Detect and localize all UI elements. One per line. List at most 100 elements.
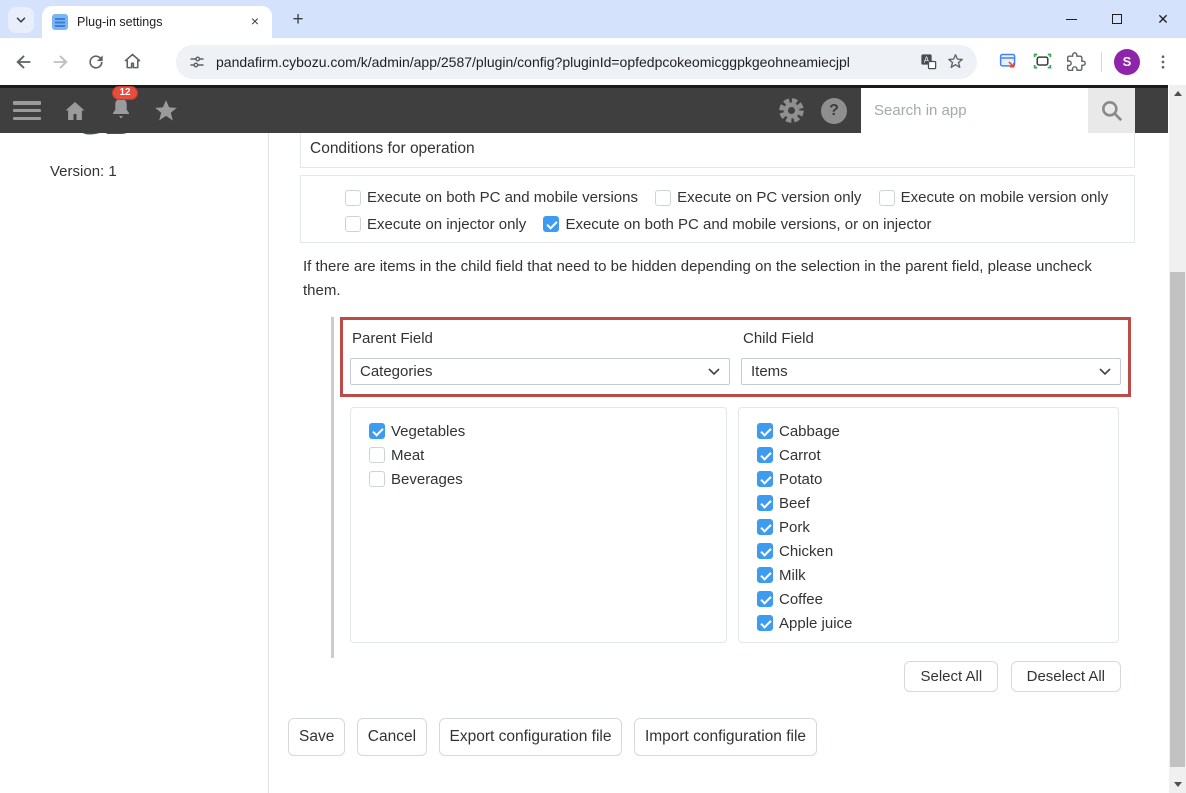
- minimize-button[interactable]: [1048, 0, 1094, 38]
- list-item[interactable]: Pork: [749, 515, 1108, 539]
- child-field-label: Child Field: [743, 330, 1121, 347]
- condition-option[interactable]: Execute on both PC and mobile versions: [345, 186, 638, 209]
- list-item[interactable]: Beef: [749, 491, 1108, 515]
- checkbox[interactable]: [369, 423, 385, 439]
- window-controls: ✕: [1048, 0, 1186, 38]
- item-label: Milk: [779, 567, 806, 584]
- checkbox[interactable]: [757, 615, 773, 631]
- list-item[interactable]: Chicken: [749, 539, 1108, 563]
- help-button[interactable]: ?: [821, 98, 847, 124]
- item-label: Carrot: [779, 447, 821, 464]
- scrollbar-thumb[interactable]: [1170, 272, 1185, 767]
- child-field-column: Child Field Items: [741, 329, 1121, 386]
- profile-avatar[interactable]: S: [1114, 49, 1140, 75]
- forward-arrow-icon: [49, 51, 71, 73]
- reload-button[interactable]: [84, 50, 108, 74]
- item-label: Beef: [779, 495, 810, 512]
- cancel-button[interactable]: Cancel: [357, 718, 427, 756]
- hamburger-menu-icon[interactable]: [13, 101, 41, 120]
- search-button[interactable]: [1088, 88, 1135, 133]
- tab-search-button[interactable]: [8, 7, 34, 33]
- import-config-button[interactable]: Import configuration file: [634, 718, 817, 756]
- new-tab-button[interactable]: +: [285, 7, 311, 33]
- deselect-all-button[interactable]: Deselect All: [1011, 661, 1121, 692]
- condition-option[interactable]: Execute on mobile version only: [879, 186, 1109, 209]
- checkbox[interactable]: [757, 447, 773, 463]
- bookmark-button[interactable]: [946, 52, 965, 71]
- list-item[interactable]: Apple juice: [749, 611, 1108, 635]
- checkbox[interactable]: [369, 447, 385, 463]
- settings-button[interactable]: [778, 97, 805, 124]
- checkbox[interactable]: [757, 543, 773, 559]
- fullpage-extension-button[interactable]: [1029, 49, 1055, 75]
- notifications-button[interactable]: 12: [109, 96, 133, 126]
- list-item[interactable]: Vegetables: [361, 419, 716, 443]
- gear-icon: [778, 97, 805, 124]
- select-all-button[interactable]: Select All: [904, 661, 998, 692]
- save-button[interactable]: Save: [288, 718, 345, 756]
- condition-option[interactable]: Execute on PC version only: [655, 186, 861, 209]
- home-button[interactable]: [120, 50, 144, 74]
- checkbox[interactable]: [345, 216, 361, 232]
- instruction-text: If there are items in the child field th…: [303, 255, 1095, 303]
- browser-menu-button[interactable]: [1150, 49, 1176, 75]
- search-input[interactable]: [861, 88, 1088, 133]
- checkbox[interactable]: [345, 190, 361, 206]
- list-item[interactable]: Meat: [361, 443, 716, 467]
- capture-extension-button[interactable]: [995, 49, 1021, 75]
- condition-label: Execute on PC version only: [677, 186, 861, 209]
- condition-option[interactable]: Execute on both PC and mobile versions, …: [543, 213, 931, 236]
- maximize-icon: [1112, 14, 1122, 24]
- home-icon: [122, 51, 143, 72]
- forward-button[interactable]: [48, 50, 72, 74]
- list-item[interactable]: Beverages: [361, 467, 716, 491]
- translate-button[interactable]: A: [919, 52, 938, 71]
- maximize-button[interactable]: [1094, 0, 1140, 38]
- export-config-button[interactable]: Export configuration file: [439, 718, 623, 756]
- checkbox[interactable]: [879, 190, 895, 206]
- list-item[interactable]: Coffee: [749, 587, 1108, 611]
- checkbox[interactable]: [757, 471, 773, 487]
- tab-close-icon[interactable]: ×: [246, 13, 264, 31]
- checkbox[interactable]: [369, 471, 385, 487]
- parent-field-select[interactable]: Categories: [350, 358, 730, 385]
- checkbox[interactable]: [757, 423, 773, 439]
- list-item[interactable]: Cabbage: [749, 419, 1108, 443]
- section-indent-bar: [331, 317, 334, 658]
- extensions-button[interactable]: [1063, 49, 1089, 75]
- favorites-button[interactable]: [153, 98, 179, 123]
- parent-items-list: Vegetables Meat Beverages: [350, 407, 727, 643]
- condition-option[interactable]: Execute on injector only: [345, 213, 526, 236]
- scroll-down-button[interactable]: [1169, 776, 1186, 793]
- list-item[interactable]: Milk: [749, 563, 1108, 587]
- checkbox[interactable]: [543, 216, 559, 232]
- tab-strip: Plug-in settings × + ✕: [0, 0, 1186, 38]
- capture-window-icon: [998, 51, 1019, 72]
- close-button[interactable]: ✕: [1140, 0, 1186, 38]
- scroll-up-button[interactable]: [1169, 85, 1186, 102]
- app-home-button[interactable]: [62, 99, 88, 123]
- triangle-up-icon: [1174, 91, 1182, 96]
- checkbox[interactable]: [757, 567, 773, 583]
- checkbox[interactable]: [757, 519, 773, 535]
- back-arrow-icon: [13, 51, 35, 73]
- child-field-select[interactable]: Items: [741, 358, 1121, 385]
- field-mapping-box: Parent Field Categories Child Field Item…: [340, 317, 1131, 397]
- browser-window: Plug-in settings × + ✕ pa: [0, 0, 1186, 793]
- list-item[interactable]: Potato: [749, 467, 1108, 491]
- help-icon: ?: [829, 102, 839, 120]
- back-button[interactable]: [12, 50, 36, 74]
- page-scrollbar[interactable]: [1169, 85, 1186, 793]
- checkbox[interactable]: [757, 495, 773, 511]
- browser-tab[interactable]: Plug-in settings ×: [42, 6, 272, 38]
- list-item[interactable]: Carrot: [749, 443, 1108, 467]
- address-bar[interactable]: pandafirm.cybozu.com/k/admin/app/2587/pl…: [176, 45, 977, 79]
- checkbox[interactable]: [655, 190, 671, 206]
- triangle-down-icon: [1174, 782, 1182, 787]
- tab-title: Plug-in settings: [77, 15, 246, 29]
- chevron-down-icon: [14, 13, 28, 27]
- checkbox[interactable]: [757, 591, 773, 607]
- url-text[interactable]: pandafirm.cybozu.com/k/admin/app/2587/pl…: [216, 54, 911, 70]
- puzzle-icon: [1066, 52, 1086, 72]
- bookmark-star-icon: [946, 52, 965, 71]
